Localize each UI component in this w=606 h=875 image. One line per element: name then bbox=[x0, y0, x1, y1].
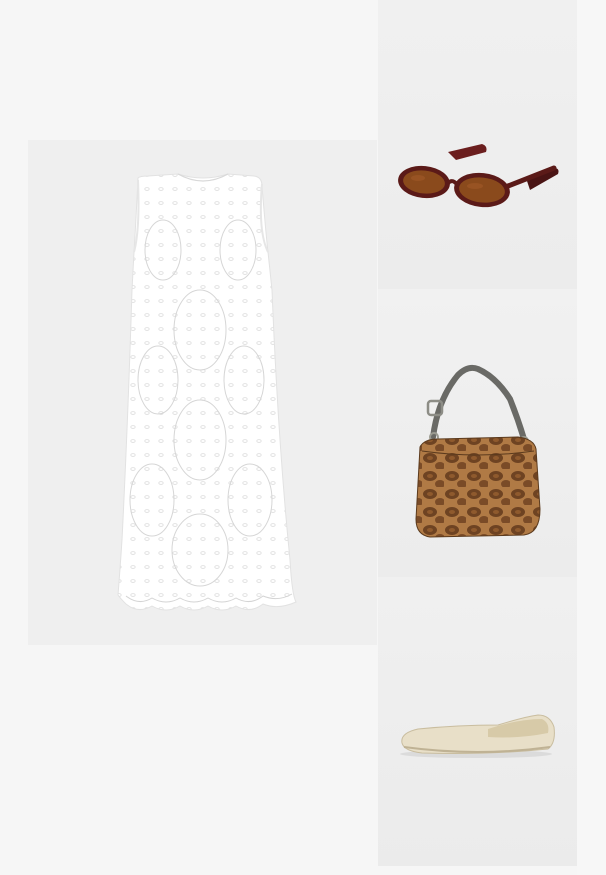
right-margin bbox=[577, 0, 606, 875]
snakeskin-shoulder-bag-image bbox=[415, 364, 541, 538]
outfit-collage bbox=[0, 0, 606, 875]
dress-product-tile[interactable] bbox=[28, 140, 377, 645]
bag-product-tile[interactable] bbox=[378, 289, 577, 577]
flats-product-tile[interactable] bbox=[378, 577, 577, 866]
white-eyelet-dress-image bbox=[117, 173, 297, 611]
oval-brown-sunglasses-image bbox=[398, 144, 559, 208]
cream-ballet-flat-image bbox=[400, 714, 555, 758]
sunglasses-product-tile[interactable] bbox=[378, 0, 577, 289]
